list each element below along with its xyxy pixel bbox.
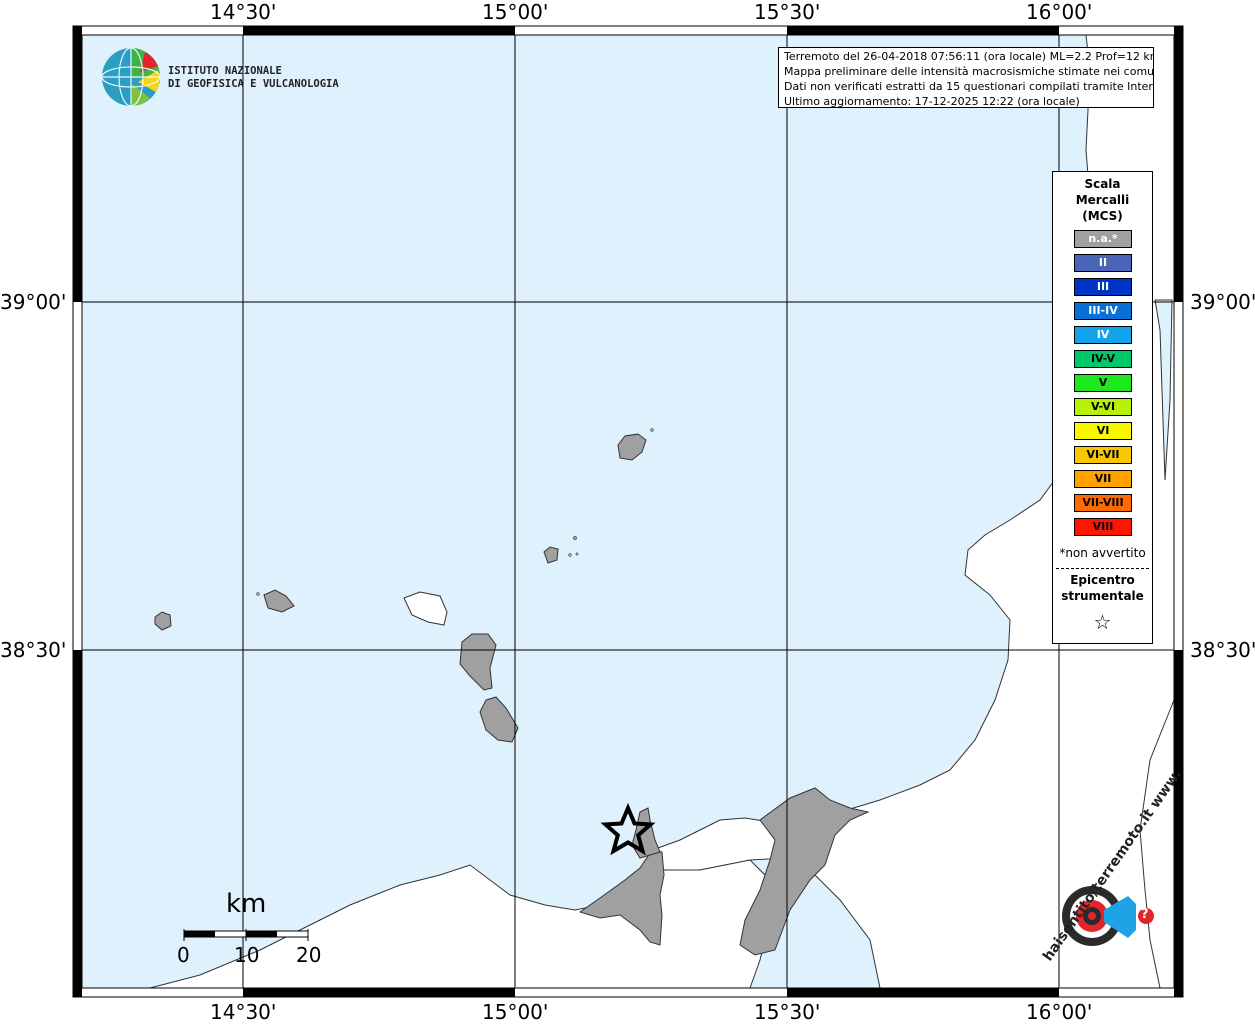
ingv-logo-text: ISTITUTO NAZIONALE DI GEOFISICA E VULCAN… bbox=[168, 65, 339, 91]
legend-separator bbox=[1056, 568, 1149, 569]
lat-tick-right-2: 38°30' bbox=[1190, 638, 1255, 662]
islet-2 bbox=[572, 535, 578, 541]
legend-swatch-8: VI bbox=[1074, 422, 1132, 440]
legend-title-line3: (MCS) bbox=[1082, 209, 1123, 223]
lon-tick-top-2: 15°00' bbox=[482, 0, 549, 24]
haisentito-badge: ? bbox=[1141, 907, 1149, 922]
lat-tick-left-2: 38°30' bbox=[0, 638, 67, 662]
legend-swatch-2: III bbox=[1074, 278, 1132, 296]
legend-swatch-0: n.a.* bbox=[1074, 230, 1132, 248]
ingv-logo-line2: DI GEOFISICA E VULCANOLOGIA bbox=[168, 78, 339, 90]
legend-swatch-10: VII bbox=[1074, 470, 1132, 488]
scale-bar-label-0: 0 bbox=[177, 943, 190, 967]
legend-swatch-1: II bbox=[1074, 254, 1132, 272]
lon-tick-top-4: 16°00' bbox=[1026, 0, 1093, 24]
event-info-line4: Ultimo aggiornamento: 17-12-2025 12:22 (… bbox=[784, 95, 1080, 108]
lon-tick-bottom-2: 15°00' bbox=[482, 1000, 549, 1024]
legend-note: *non avvertito bbox=[1059, 546, 1146, 560]
lon-tick-bottom-3: 15°30' bbox=[754, 1000, 821, 1024]
legend-swatch-5: IV-V bbox=[1074, 350, 1132, 368]
legend-epicenter-star-icon: ☆ bbox=[1093, 610, 1112, 634]
lon-tick-bottom-4: 16°00' bbox=[1026, 1000, 1093, 1024]
legend-title-line2: Mercalli bbox=[1075, 193, 1130, 207]
legend-swatch-3: III-IV bbox=[1074, 302, 1132, 320]
lon-tick-top-1: 14°30' bbox=[210, 0, 277, 24]
event-info-line3: Dati non verificati estratti da 15 quest… bbox=[784, 80, 1154, 93]
legend-swatch-12: VIII bbox=[1074, 518, 1132, 536]
mcs-legend: Scala Mercalli (MCS) n.a.* II III III-IV IV I… bbox=[1052, 171, 1153, 644]
islet-5 bbox=[256, 592, 260, 596]
ingv-globe-icon bbox=[101, 47, 161, 107]
legend-swatch-7: V-VI bbox=[1074, 398, 1132, 416]
legend-title-line1: Scala bbox=[1084, 177, 1121, 191]
islet-1 bbox=[650, 428, 654, 432]
legend-swatch-11: VII-VIII bbox=[1074, 494, 1132, 512]
legend-swatch-9: VI-VII bbox=[1074, 446, 1132, 464]
event-info-line1: Terremoto del 26-04-2018 07:56:11 (ora l… bbox=[784, 50, 1154, 63]
legend-swatch-4: IV bbox=[1074, 326, 1132, 344]
scale-bar-label-10: 10 bbox=[234, 943, 260, 967]
event-info-line2: Mappa preliminare delle intensità macros… bbox=[784, 65, 1154, 78]
ingv-logo-line1: ISTITUTO NAZIONALE bbox=[168, 65, 282, 77]
scale-bar-label-20: 20 bbox=[296, 943, 322, 967]
islet-4 bbox=[575, 552, 579, 556]
legend-epicenter-line2: strumentale bbox=[1061, 589, 1144, 603]
lon-tick-bottom-1: 14°30' bbox=[210, 1000, 277, 1024]
islet-3 bbox=[568, 553, 572, 557]
lat-tick-right-1: 39°00' bbox=[1190, 290, 1255, 314]
legend-swatch-6: V bbox=[1074, 374, 1132, 392]
legend-epicenter-line1: Epicentro bbox=[1070, 573, 1135, 587]
event-info-box: Terremoto del 26-04-2018 07:56:11 (ora l… bbox=[778, 47, 1154, 108]
scale-bar-unit: km bbox=[226, 889, 267, 919]
lat-tick-left-1: 39°00' bbox=[0, 290, 67, 314]
lon-tick-top-3: 15°30' bbox=[754, 0, 821, 24]
